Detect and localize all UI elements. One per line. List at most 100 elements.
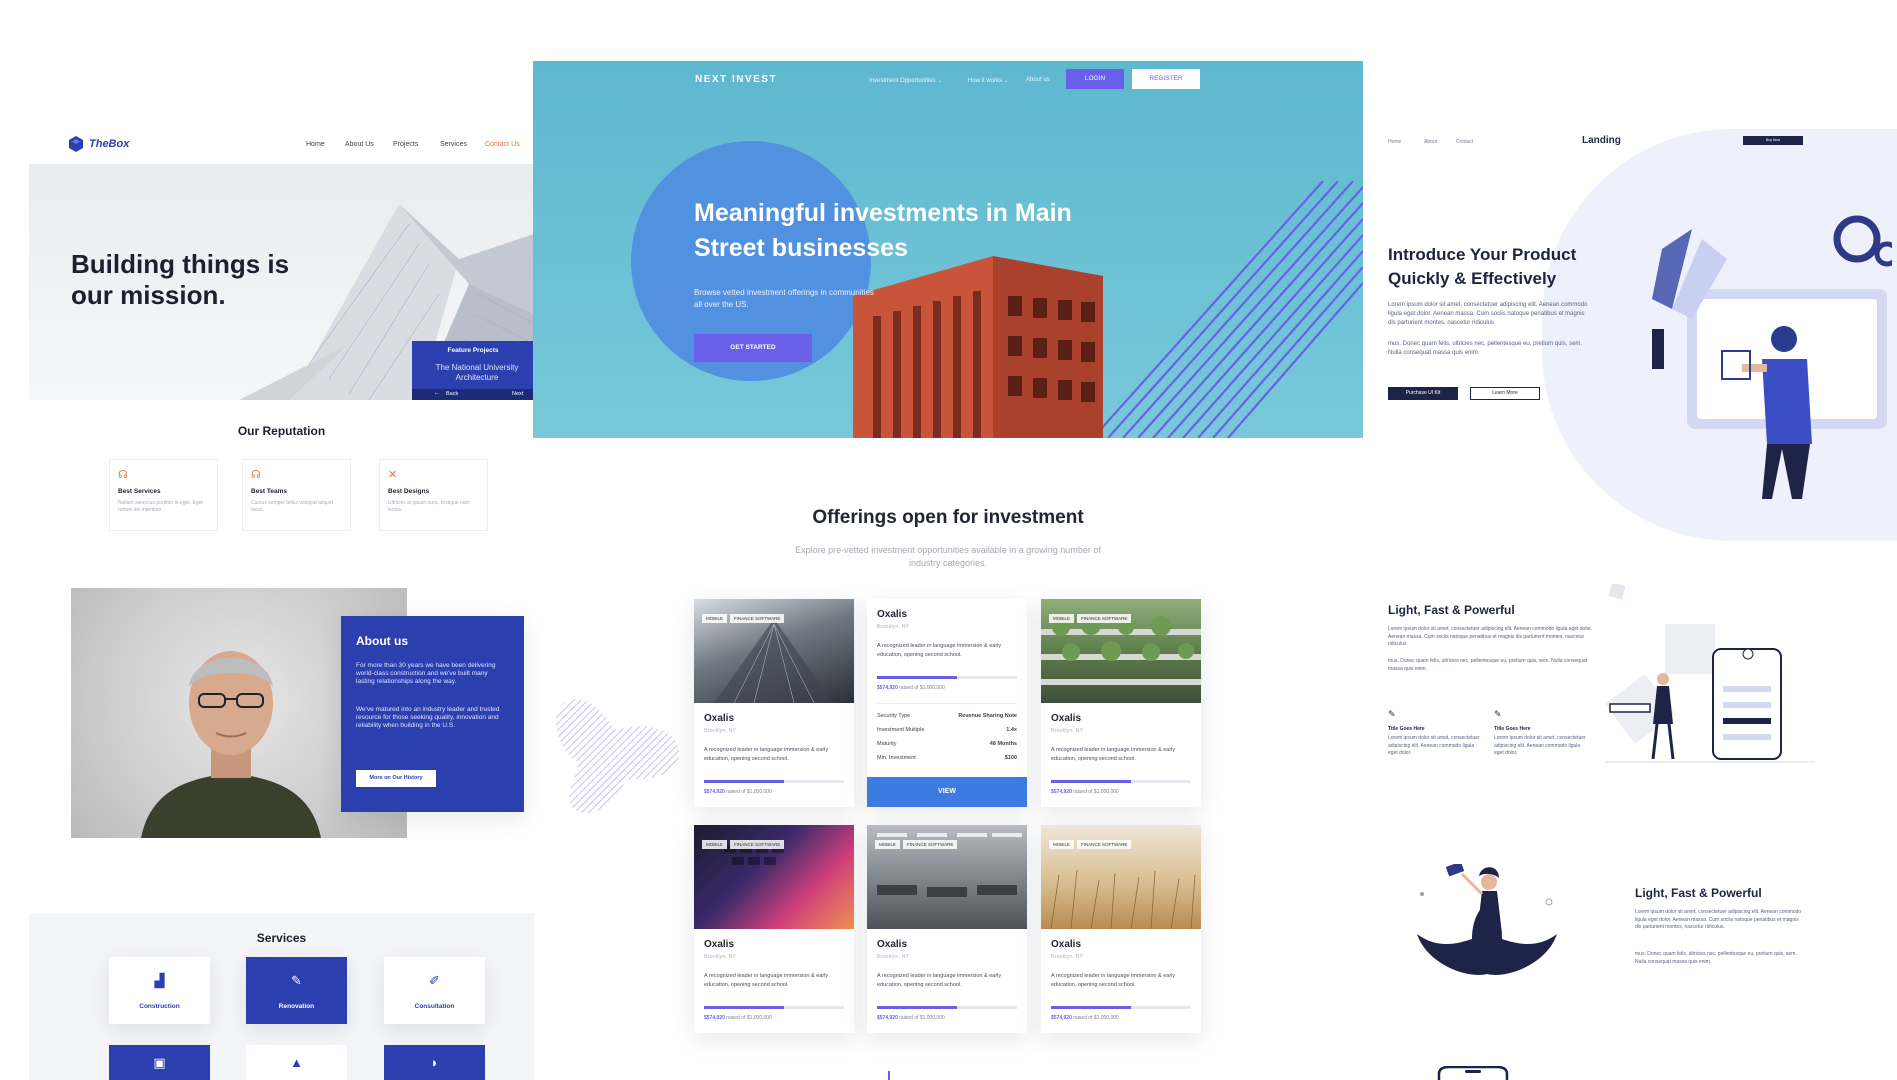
thebox-page: TheBox Home About Us Projects Services C… bbox=[29, 128, 534, 1080]
scroll-indicator bbox=[888, 1071, 890, 1080]
service-renovation[interactable]: ✎ Renovation bbox=[246, 957, 347, 1024]
about-title: About us bbox=[356, 634, 408, 648]
section-title: Light, Fast & Powerful bbox=[1635, 886, 1762, 900]
offer-name: Oxalis bbox=[877, 609, 908, 620]
service-consultation[interactable]: ✐ Consultation bbox=[384, 957, 485, 1024]
detail-row: Investment Multiple 1.4x bbox=[877, 727, 1017, 733]
nav-how-it-works[interactable]: How it works ⌄ bbox=[968, 77, 1009, 84]
nav-contact[interactable]: Contact bbox=[1456, 139, 1473, 145]
tag: FINANCE SOFTWARE bbox=[1077, 614, 1132, 623]
woman-plant-illustration bbox=[1417, 864, 1557, 975]
nav-contact[interactable]: Contact Us bbox=[485, 141, 520, 148]
raised-label: raised of $1,000,000 bbox=[1073, 789, 1119, 795]
invest-hero: NEXT INVEST Investment Opportunities ⌄ H… bbox=[533, 61, 1363, 438]
section-title: Light, Fast & Powerful bbox=[1388, 603, 1515, 617]
section-paragraph: mus. Donec quam felis, ultricies nec, pe… bbox=[1635, 951, 1797, 965]
offer-description: A recognized leader in language immersio… bbox=[1051, 973, 1176, 988]
card-desc: Cursus semper tellus volutpat aliquet la… bbox=[251, 500, 333, 513]
nav-home[interactable]: Home bbox=[306, 141, 325, 148]
service-tile[interactable]: ▲ bbox=[246, 1045, 347, 1080]
raised-text: $574,920 raised of $1,000,000 bbox=[1051, 789, 1119, 795]
raised-label: raised of $1,000,000 bbox=[726, 1015, 772, 1021]
feature-name: The National University Architecture bbox=[435, 363, 519, 382]
service-label: Consultation bbox=[414, 1003, 455, 1010]
reputation-card: ✕ Best Designs Ultricies at ipsum nunc, … bbox=[379, 459, 488, 531]
register-button[interactable]: REGISTER bbox=[1132, 69, 1200, 89]
nav-about[interactable]: About bbox=[1424, 139, 1437, 145]
raised-progress bbox=[877, 1006, 1017, 1009]
about-us-card: About us For more than 30 years we have … bbox=[341, 616, 524, 812]
raised-amount: $574,920 bbox=[1051, 789, 1072, 795]
nav-investment-opportunities[interactable]: Investment Opportunities ⌄ bbox=[869, 77, 942, 84]
brick-building-image bbox=[853, 256, 1103, 438]
offer-location: Brooklyn, NY bbox=[1051, 728, 1084, 734]
view-button[interactable]: VIEW bbox=[867, 777, 1027, 807]
hero-section: Building things is our mission. Feature … bbox=[29, 164, 534, 400]
back-link[interactable]: Back bbox=[446, 391, 458, 397]
offer-name: Oxalis bbox=[1051, 713, 1082, 724]
offering-card[interactable]: MOBILE FINANCE SOFTWARE Oxalis Brooklyn, … bbox=[1041, 599, 1201, 807]
nav-services[interactable]: Services bbox=[440, 141, 467, 148]
hero-title: Introduce Your Product Quickly & Effecti… bbox=[1388, 245, 1577, 288]
raised-progress bbox=[704, 1006, 844, 1009]
get-started-button[interactable]: GET STARTED bbox=[694, 334, 812, 362]
detail-key: Security Type bbox=[877, 713, 911, 719]
offering-card[interactable]: MOBILE FINANCE SOFTWARE Oxalis Brooklyn, … bbox=[694, 825, 854, 1033]
service-tile[interactable]: ◗ bbox=[384, 1045, 485, 1080]
offer-name: Oxalis bbox=[877, 939, 908, 950]
offer-name: Oxalis bbox=[704, 939, 735, 950]
raised-text: $574,920 raised of $1,000,000 bbox=[704, 1015, 772, 1021]
nav-projects[interactable]: Projects bbox=[393, 141, 418, 148]
purchase-button[interactable]: Purchase UI Kit bbox=[1388, 387, 1458, 400]
learn-more-button[interactable]: Learn More bbox=[1470, 387, 1540, 400]
buy-now-button[interactable]: Buy Now bbox=[1743, 136, 1803, 145]
feature-desc: Lorem ipsum dolor sit amet, consectetuer… bbox=[1388, 735, 1480, 756]
offering-card-expanded[interactable]: Oxalis Brooklyn, NY A recognized leader … bbox=[867, 599, 1027, 807]
card-title: Best Designs bbox=[388, 488, 430, 495]
raised-amount: $574,920 bbox=[877, 1015, 898, 1021]
pencil-icon: ✐ bbox=[429, 973, 440, 988]
raised-progress bbox=[877, 676, 1017, 679]
reputation-title: Our Reputation bbox=[237, 424, 326, 438]
landing-logo[interactable]: Landing bbox=[1582, 135, 1621, 146]
offering-card[interactable]: MOBILE FINANCE SOFTWARE Oxalis Brooklyn, … bbox=[694, 599, 854, 807]
tag: FINANCE SOFTWARE bbox=[730, 840, 785, 849]
crane-icon: ▟ bbox=[154, 973, 165, 988]
services-title: Services bbox=[256, 931, 307, 945]
services-section: Services ▟ Construction ✎ Renovation ✐ C… bbox=[29, 913, 534, 1080]
raised-amount: $574,920 bbox=[704, 789, 725, 795]
service-tile[interactable]: ▣ bbox=[109, 1045, 210, 1080]
history-button[interactable]: More on Our History bbox=[356, 770, 436, 787]
raised-label: raised of $1,000,000 bbox=[899, 685, 945, 691]
raised-amount: $574,920 bbox=[877, 685, 898, 691]
next-invest-logo[interactable]: NEXT INVEST bbox=[695, 74, 777, 85]
raised-text: $574,920 raised of $1,000,000 bbox=[877, 1015, 945, 1021]
section-paragraph: Lorem ipsum dolor sit amet, consectetuer… bbox=[1388, 626, 1593, 647]
nav-about[interactable]: About Us bbox=[345, 141, 374, 148]
offer-location: Brooklyn, NY bbox=[1051, 954, 1084, 960]
next-link[interactable]: Next bbox=[512, 391, 523, 397]
nav-home[interactable]: Home bbox=[1388, 139, 1401, 145]
about-paragraph-2: We've matured into an industry leader an… bbox=[356, 706, 500, 729]
offer-location: Brooklyn, NY bbox=[877, 624, 910, 630]
detail-key: Maturity bbox=[877, 741, 897, 747]
service-label: Renovation bbox=[278, 1003, 315, 1010]
diagonal-lines-decoration bbox=[1093, 181, 1363, 438]
arrow-left-icon[interactable]: ← bbox=[434, 390, 440, 396]
offer-location: Brooklyn, NY bbox=[704, 954, 737, 960]
card-desc: Ultricies at ipsum nunc, tristique nam l… bbox=[388, 500, 470, 513]
login-button[interactable]: LOGIN bbox=[1066, 69, 1124, 89]
raised-progress bbox=[1051, 780, 1191, 783]
detail-row: Security Type Revenue Sharing Note bbox=[877, 713, 1017, 719]
feature-desc: Lorem ipsum dolor sit amet, consectetuer… bbox=[1494, 735, 1586, 756]
toolbox-icon: ▣ bbox=[153, 1055, 166, 1070]
hero-title: Building things is our mission. bbox=[71, 249, 290, 310]
thebox-logo-text[interactable]: TheBox bbox=[89, 138, 129, 150]
raised-progress bbox=[1051, 1006, 1191, 1009]
offering-card[interactable]: MOBILE FINANCE SOFTWARE Oxalis Brooklyn, … bbox=[1041, 825, 1201, 1033]
nav-about-us[interactable]: About us bbox=[1026, 77, 1050, 83]
offering-card[interactable]: MOBILE FINANCE SOFTWARE Oxalis Brooklyn, … bbox=[867, 825, 1027, 1033]
hero-paragraph-1: Lorem ipsum dolor sit amet, consectetuer… bbox=[1388, 302, 1588, 326]
paint-roller-icon: ✎ bbox=[291, 973, 302, 988]
service-construction[interactable]: ▟ Construction bbox=[109, 957, 210, 1024]
